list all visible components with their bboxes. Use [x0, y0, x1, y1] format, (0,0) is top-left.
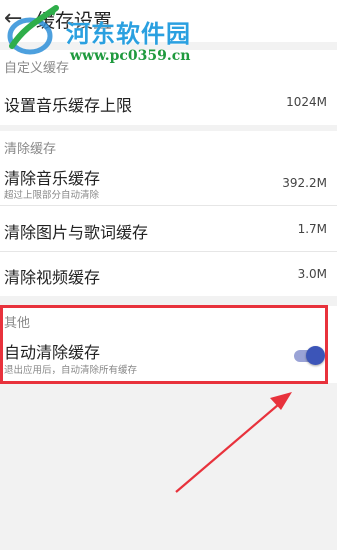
row-value: 1.7M	[297, 222, 327, 236]
watermark-logo-icon	[7, 5, 59, 55]
row-label: 清除音乐缓存	[4, 169, 101, 188]
clear-image-lyrics-cache-row[interactable]: 清除图片与歌词缓存 1.7M	[0, 206, 337, 251]
highlight-box	[0, 305, 328, 384]
row-subtitle: 超过上限部分自动清除	[4, 190, 100, 201]
clear-music-cache-row[interactable]: 清除音乐缓存 超过上限部分自动清除 392.2M	[0, 159, 337, 205]
section-heading: 清除缓存	[4, 142, 57, 157]
row-value: 1024M	[286, 95, 327, 109]
clear-video-cache-row[interactable]: 清除视频缓存 3.0M	[0, 252, 337, 296]
watermark-url: www.pc0359.cn	[70, 48, 191, 64]
row-label: 设置音乐缓存上限	[4, 96, 133, 115]
section-clear-cache: 清除缓存 清除音乐缓存 超过上限部分自动清除 392.2M 清除图片与歌词缓存 …	[0, 131, 337, 296]
music-cache-limit-row[interactable]: 设置音乐缓存上限 1024M	[0, 80, 337, 124]
row-label: 清除视频缓存	[4, 268, 101, 287]
watermark-site-name: 河东软件园	[66, 19, 191, 48]
row-label: 清除图片与歌词缓存	[4, 223, 149, 242]
row-value: 3.0M	[297, 267, 327, 281]
row-value: 392.2M	[282, 176, 327, 190]
watermark: 河东软件园 www.pc0359.cn	[2, 2, 217, 72]
